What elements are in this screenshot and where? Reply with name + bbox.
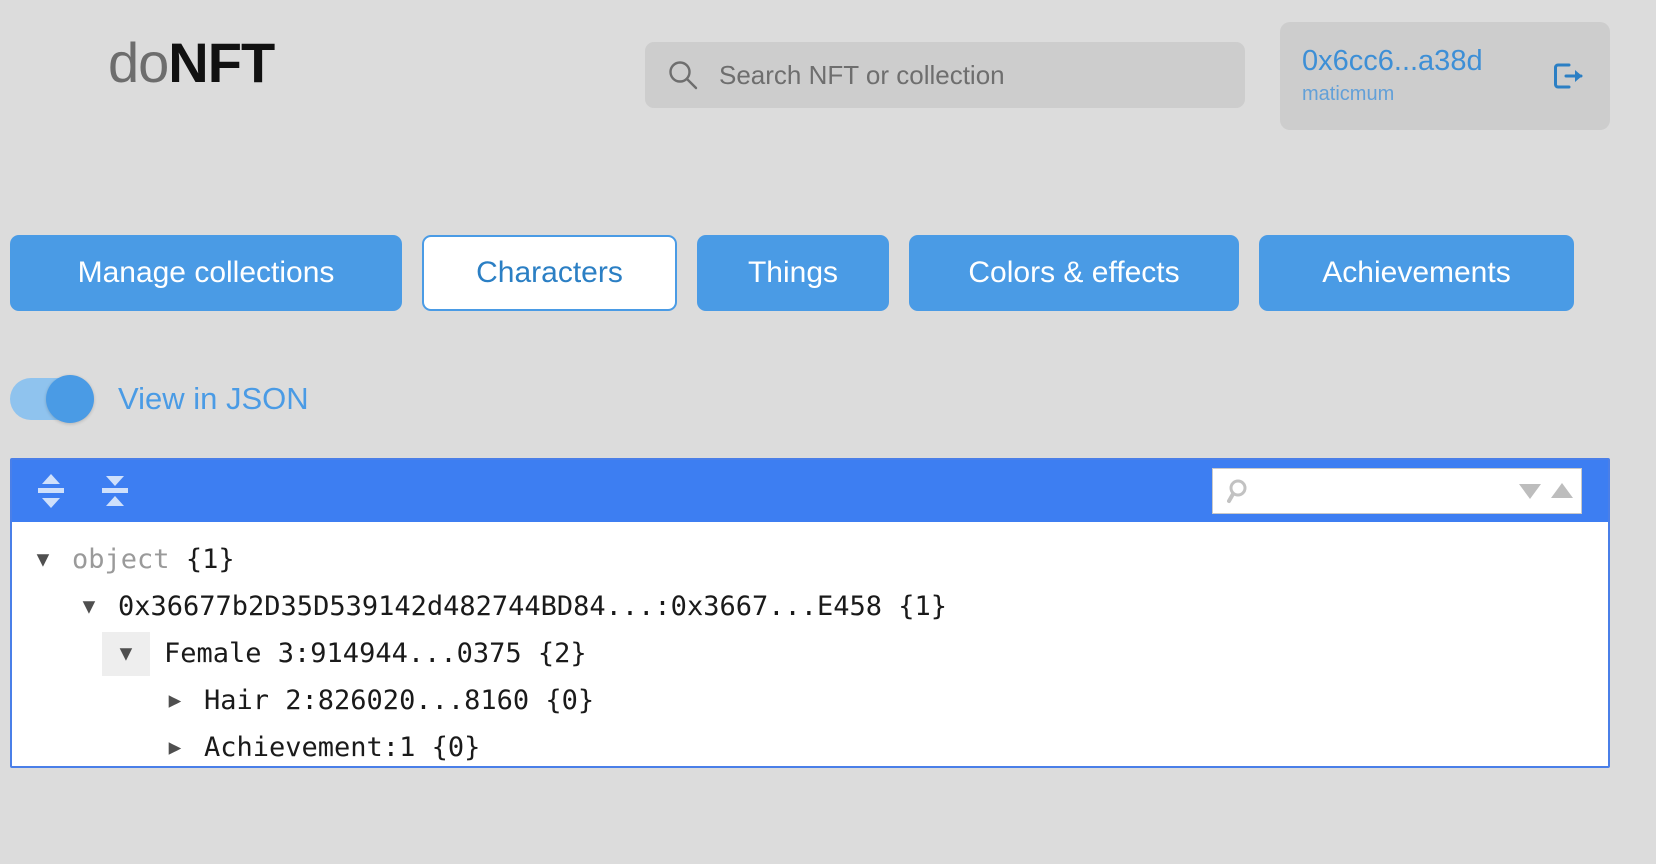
json-tree-row[interactable]: ▼ 0x36677b2D35D539142d482744BD84...:0x36… [12,583,1608,630]
caret-icon[interactable]: ▶ [160,737,190,758]
category-tabs: Manage collections Characters Things Col… [10,235,1646,311]
app-root: doNFT Search NFT or collection 0x6cc6...… [0,0,1656,864]
json-tree-row[interactable]: ▶ Achievement:1 {0} [12,724,1608,766]
json-row-key: Hair 2:826020...8160 [204,685,530,716]
tab-things[interactable]: Things [697,235,889,311]
json-row-count: {2} [537,638,587,669]
global-search-box[interactable]: Search NFT or collection [645,42,1245,108]
tab-achievements[interactable]: Achievements [1259,235,1574,311]
json-row-label: Achievement:1 {0} [204,732,480,763]
view-json-toggle-row: View in JSON [10,375,309,423]
json-row-key: object [72,544,170,575]
json-row-count: {0} [545,685,595,716]
json-viewer-toolbar [12,460,1608,522]
logo-text-light: do [108,31,169,94]
logout-icon[interactable] [1548,56,1588,96]
app-header: doNFT Search NFT or collection 0x6cc6...… [0,0,1656,160]
json-row-count: {1} [898,591,948,622]
tab-manage-collections[interactable]: Manage collections [10,235,402,311]
json-row-count: {0} [431,732,481,763]
wallet-panel[interactable]: 0x6cc6...a38d maticmum [1280,22,1610,130]
view-json-label: View in JSON [118,381,309,416]
json-row-key: Female 3:914944...0375 [164,638,522,669]
toggle-knob [46,375,94,423]
json-tree-row[interactable]: ▶ Hair 2:826020...8160 {0} [12,677,1608,724]
json-row-label: Female 3:914944...0375 {2} [164,638,587,669]
json-row-count: {1} [185,544,235,575]
json-row-label: Hair 2:826020...8160 {0} [204,685,594,716]
search-icon [667,59,699,91]
triangle-up-icon[interactable] [1549,480,1575,502]
json-tree-row[interactable]: ▼ object {1} [12,536,1608,583]
json-row-label: object {1} [72,544,235,575]
global-search-placeholder: Search NFT or collection [719,59,1005,90]
caret-icon[interactable]: ▶ [160,690,190,711]
expand-all-icon[interactable] [34,471,68,511]
wallet-address: 0x6cc6...a38d [1302,45,1483,78]
json-search-input[interactable] [1261,480,1517,502]
json-row-key: 0x36677b2D35D539142d482744BD84...:0x3667… [118,591,883,622]
collapse-all-icon[interactable] [98,471,132,511]
caret-icon[interactable]: ▼ [28,549,58,570]
wallet-info: 0x6cc6...a38d maticmum [1302,45,1538,106]
json-row-label: 0x36677b2D35D539142d482744BD84...:0x3667… [118,591,947,622]
tab-colors-effects[interactable]: Colors & effects [909,235,1239,311]
json-viewer: ▼ object {1} ▼ 0x36677b2D35D539142d48274… [10,458,1610,768]
wallet-network: maticmum [1302,82,1395,105]
app-logo[interactable]: doNFT [108,35,275,91]
caret-icon[interactable]: ▼ [102,631,150,676]
json-search-box[interactable] [1212,468,1582,514]
search-icon [1227,478,1253,504]
json-tree: ▼ object {1} ▼ 0x36677b2D35D539142d48274… [12,522,1608,766]
json-search-nav [1517,480,1575,502]
tab-characters[interactable]: Characters [422,235,677,311]
triangle-down-icon[interactable] [1517,480,1543,502]
caret-icon[interactable]: ▼ [74,596,104,617]
view-json-toggle[interactable] [10,375,94,423]
json-tree-row[interactable]: ▼ Female 3:914944...0375 {2} [12,630,1608,677]
json-row-key: Achievement:1 [204,732,416,763]
logo-text-bold: NFT [168,31,275,94]
